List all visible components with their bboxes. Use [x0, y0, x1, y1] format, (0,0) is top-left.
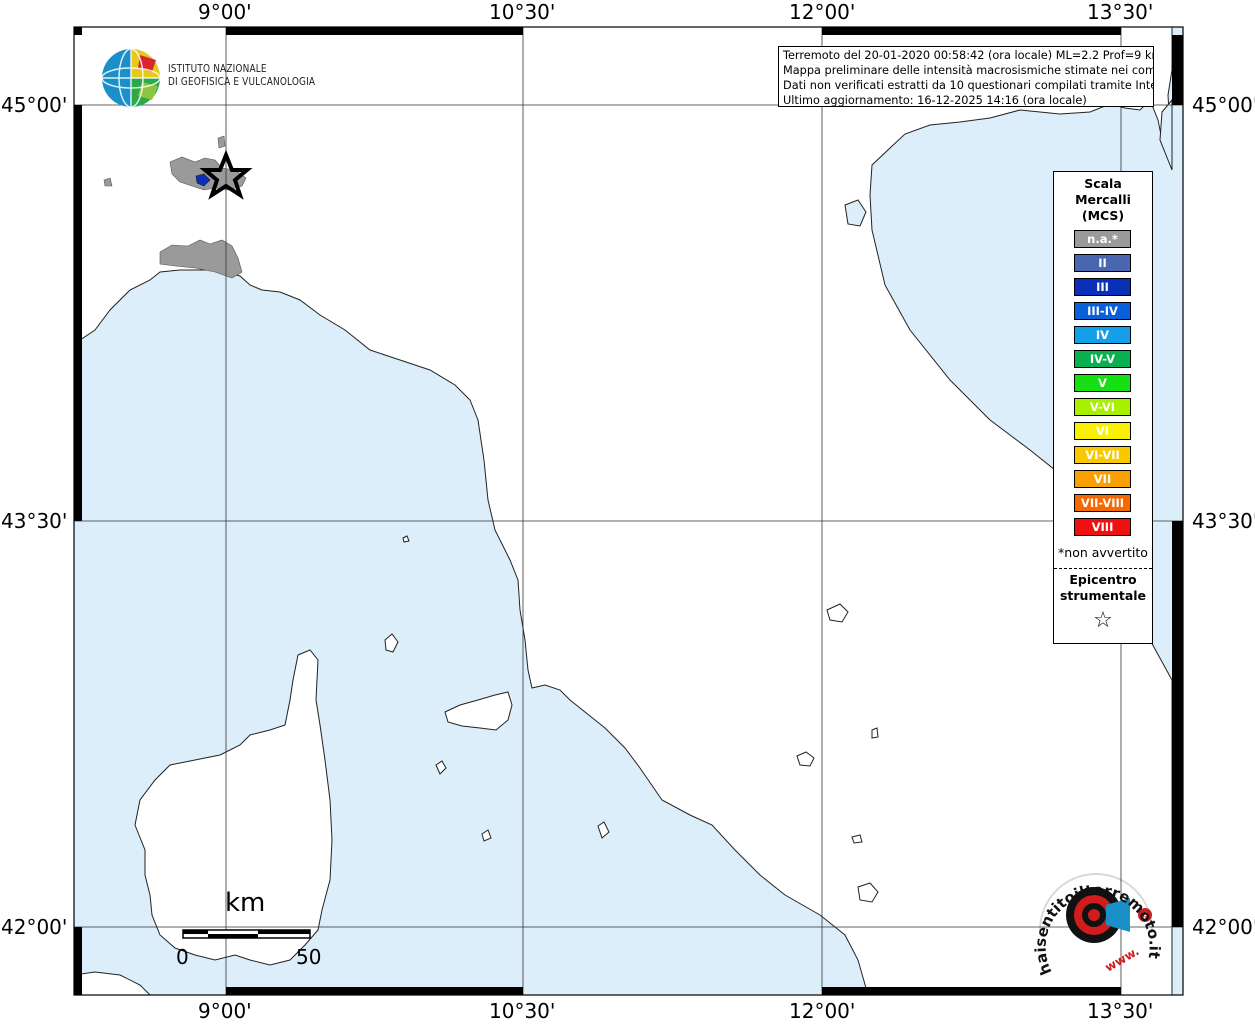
- badge-prefix: www.: [1103, 944, 1142, 975]
- legend-epicenter-line1: Epicentro: [1069, 572, 1137, 587]
- legend-title-line3: (MCS): [1081, 208, 1125, 223]
- legend-swatch-5: IV-V: [1074, 350, 1131, 368]
- event-info-line4: Ultimo aggiornamento: 16-12-2025 14:16 (…: [783, 94, 1087, 107]
- event-info-line1: Terremoto del 20-01-2020 00:58:42 (ora l…: [783, 49, 1154, 62]
- legend-epicenter-label: Epicentro strumentale: [1054, 572, 1152, 604]
- legend-swatch-10: VII: [1074, 470, 1131, 488]
- event-info-line2: Mappa preliminare delle intensità macros…: [783, 64, 1154, 77]
- lon-tick-bottom-1: 9°00': [198, 999, 252, 1023]
- lon-tick-top-4: 13°30': [1087, 0, 1154, 24]
- haisentito-badge-text: haisentitoilterremoto.it www.: [1031, 881, 1163, 978]
- event-info-box: Terremoto del 20-01-2020 00:58:42 (ora l…: [778, 46, 1154, 107]
- ingv-logo-icon: [101, 48, 161, 108]
- event-info-line3: Dati non verificati estratti da 10 quest…: [783, 79, 1154, 92]
- legend-swatch-7: V-VI: [1074, 398, 1131, 416]
- lon-tick-top-1: 9°00': [198, 0, 252, 24]
- municipality-gray-spike: [217, 135, 226, 149]
- ingv-logo-line1: ISTITUTO NAZIONALE: [168, 63, 267, 75]
- legend-note: *non avvertito: [1058, 545, 1148, 560]
- lon-tick-bottom-2: 10°30': [489, 999, 556, 1023]
- land-islet-d: [871, 727, 879, 739]
- scale-min: 0: [176, 945, 189, 969]
- legend-swatch-3: III-IV: [1074, 302, 1131, 320]
- legend-swatch-9: VI-VII: [1074, 446, 1131, 464]
- legend-swatch-8: VI: [1074, 422, 1131, 440]
- svg-text:haisentitoilterremoto.it: haisentitoilterremoto.it: [1031, 881, 1163, 978]
- lat-tick-left-3: 42°00': [1, 915, 68, 939]
- legend-swatch-12: VIII: [1074, 518, 1131, 536]
- badge-text: haisentitoilterremoto.it: [1031, 881, 1163, 978]
- legend-epicenter-line2: strumentale: [1059, 588, 1147, 603]
- lat-tick-right-2: 43°30': [1192, 509, 1255, 533]
- legend-swatch-4: IV: [1074, 326, 1131, 344]
- legend-swatch-11: VII-VIII: [1074, 494, 1131, 512]
- land-islet-c: [851, 834, 863, 844]
- lat-tick-right-3: 42°00': [1192, 915, 1255, 939]
- legend-star-icon: ☆: [1093, 608, 1113, 633]
- lat-tick-left-2: 43°30': [1, 509, 68, 533]
- legend-title: Scala Mercalli (MCS): [1054, 176, 1152, 224]
- scale-bar: [182, 929, 311, 939]
- legend-swatch-1: II: [1074, 254, 1131, 272]
- scale-unit: km: [225, 888, 266, 918]
- legend-swatch-6: V: [1074, 374, 1131, 392]
- legend-swatch-2: III: [1074, 278, 1131, 296]
- legend-title-line2: Mercalli: [1075, 192, 1131, 207]
- lon-tick-bottom-4: 13°30': [1087, 999, 1154, 1023]
- lon-tick-top-3: 12°00': [789, 0, 856, 24]
- lat-tick-right-1: 45°00': [1192, 93, 1255, 117]
- lat-tick-left-1: 45°00': [1, 93, 68, 117]
- legend-title-line1: Scala: [1084, 176, 1122, 191]
- ingv-logo-line2: DI GEOFISICA E VULCANOLOGIA: [168, 76, 316, 88]
- legend-swatch-0: n.a.*: [1074, 230, 1131, 248]
- lon-tick-bottom-3: 12°00': [789, 999, 856, 1023]
- ingv-logo-text: ISTITUTO NAZIONALE DI GEOFISICA E VULCAN…: [168, 63, 315, 89]
- mcs-legend: Scala Mercalli (MCS) n.a.* II III III-IV IV I…: [1053, 171, 1153, 644]
- scale-max: 50: [296, 945, 322, 969]
- legend-divider: [1054, 568, 1152, 569]
- lon-tick-top-2: 10°30': [489, 0, 556, 24]
